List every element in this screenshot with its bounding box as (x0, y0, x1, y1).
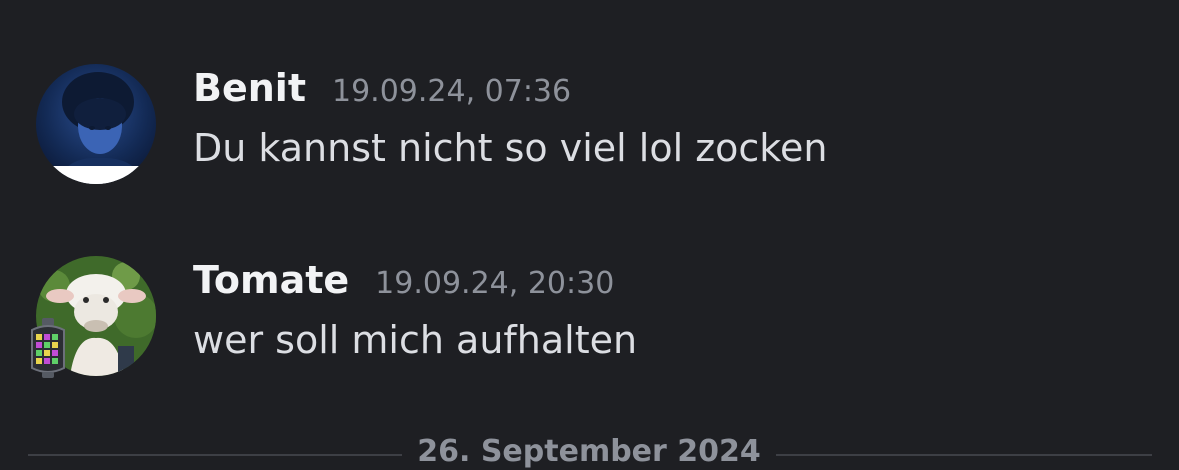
message-content: wer soll mich aufhalten (193, 318, 638, 362)
message-header: Tomate 19.09.24, 20:30 (193, 258, 614, 306)
message-header: Benit 19.09.24, 07:36 (193, 66, 571, 114)
lantern-decoration-icon (31, 318, 65, 378)
avatar[interactable] (36, 64, 156, 184)
timestamp: 19.09.24, 07:36 (331, 74, 572, 109)
divider-line-left (28, 454, 402, 456)
message-item[interactable]: Tomate 19.09.24, 20:30 wer soll mich auf… (0, 252, 1179, 382)
username[interactable]: Tomate (193, 258, 349, 302)
date-divider-label: 26. September 2024 (417, 434, 761, 469)
message-item[interactable]: Benit 19.09.24, 07:36 Du kannst nicht so… (0, 60, 1179, 190)
date-divider: 26. September 2024 (28, 430, 1152, 470)
dark-portrait-avatar-icon (36, 64, 156, 184)
username[interactable]: Benit (193, 66, 306, 110)
timestamp: 19.09.24, 20:30 (375, 266, 615, 301)
message-content: Du kannst nicht so viel lol zocken (193, 126, 828, 170)
divider-line-right (776, 454, 1152, 456)
